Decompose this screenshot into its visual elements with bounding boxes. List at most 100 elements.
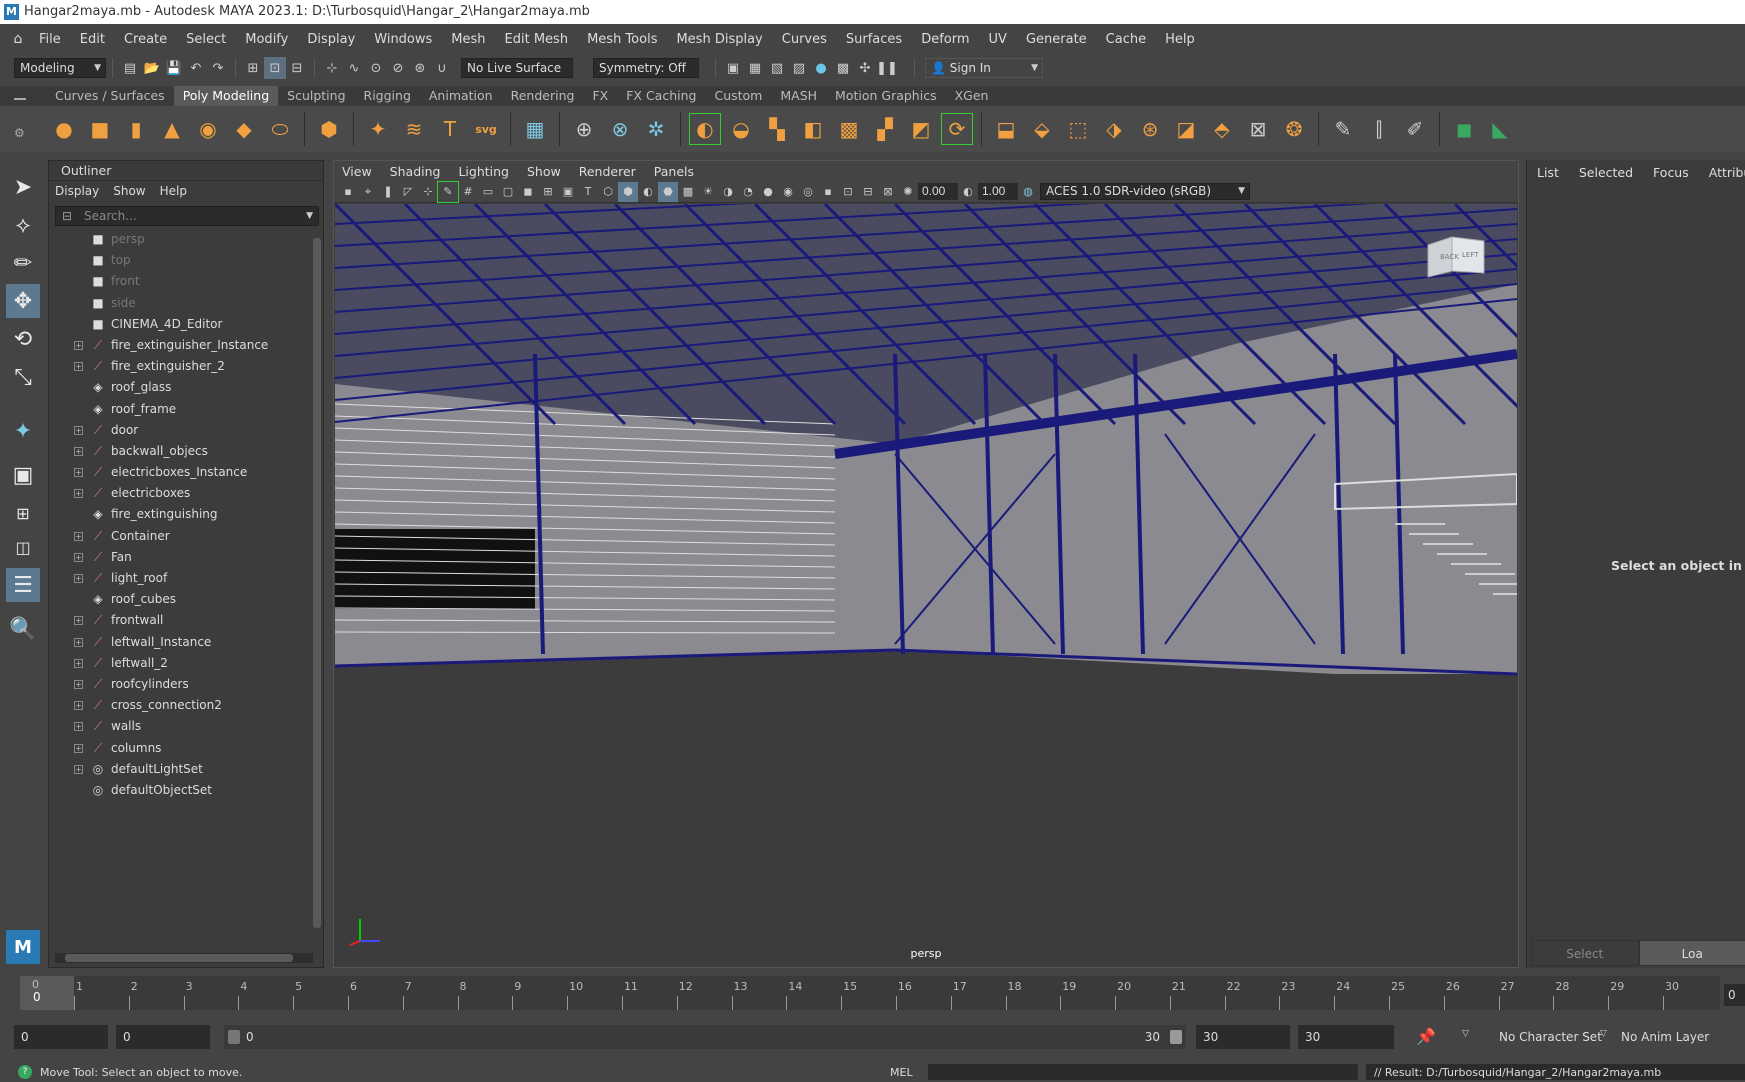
undo-icon[interactable]: ↶ [185, 57, 207, 79]
sweep-mesh-icon[interactable]: ≋ [399, 114, 429, 144]
symmetry-dropdown[interactable]: Symmetry: Off [593, 58, 699, 78]
freeze-transform-icon[interactable]: ✲ [641, 114, 671, 144]
2d-pan-zoom-icon[interactable]: ⊹ [418, 182, 438, 202]
outliner-search-input[interactable]: Search...⊟▼ [55, 206, 319, 226]
outliner-item-defaultlightset[interactable]: +◎defaultLightSet [49, 759, 319, 780]
shelf-menu-handle[interactable]: ⚙ [14, 92, 34, 146]
xray-active-icon[interactable]: ⊟ [858, 182, 878, 202]
shelf-tab-xgen[interactable]: XGen [946, 86, 998, 106]
wireframe-on-shaded-icon[interactable]: ⬣ [658, 182, 678, 202]
shadows-icon[interactable]: ◑ [718, 182, 738, 202]
poly-torus-icon[interactable]: ◉ [193, 114, 223, 144]
circularize-icon[interactable]: ❂ [1279, 114, 1309, 144]
menu-uv[interactable]: UV [980, 32, 1017, 47]
grid-icon[interactable]: # [458, 182, 478, 202]
camera-attributes-icon[interactable]: ⌖ [358, 182, 378, 202]
viewport-menu-show[interactable]: Show [527, 164, 561, 179]
wireframe-icon[interactable]: ⬡ [598, 182, 618, 202]
textured-icon[interactable]: ▩ [678, 182, 698, 202]
poly-sphere-icon[interactable]: ● [49, 114, 79, 144]
menu-curves[interactable]: Curves [773, 32, 837, 47]
menu-edit-mesh[interactable]: Edit Mesh [496, 32, 579, 47]
outliner-item-fire-extinguishing[interactable]: ◈fire_extinguishing [49, 504, 319, 525]
outliner-menu-display[interactable]: Display [55, 184, 99, 198]
poly-plane-icon[interactable]: ◆ [229, 114, 259, 144]
outliner-item-leftwall-instance[interactable]: +⟋leftwall_Instance [49, 632, 319, 653]
lasso-tool-icon[interactable]: ⟡ [6, 208, 40, 242]
current-time-field[interactable]: 0 [1724, 984, 1745, 1006]
load-attributes-button[interactable]: Loa [1639, 940, 1745, 966]
select-object-icon[interactable]: ⊡ [264, 57, 286, 79]
viewport-menu-panels[interactable]: Panels [654, 164, 694, 179]
outliner-hscrollbar[interactable] [55, 953, 313, 963]
ambient-occlusion-icon[interactable]: ◔ [738, 182, 758, 202]
color-space-dropdown[interactable]: ACES 1.0 SDR-video (sRGB)▼ [1040, 183, 1250, 200]
mirror-icon[interactable]: ◧ [798, 114, 828, 144]
hypershade-icon[interactable]: ● [810, 57, 832, 79]
field-chart-icon[interactable]: ⊞ [538, 182, 558, 202]
outliner-item-cross-connection2[interactable]: +⟋cross_connection2 [49, 695, 319, 716]
render-sequence-icon[interactable]: ▦ [744, 57, 766, 79]
uv-editor-icon[interactable]: ▦ [520, 114, 550, 144]
command-input[interactable] [928, 1064, 1358, 1080]
render-frame-icon[interactable]: ▣ [722, 57, 744, 79]
expand-icon[interactable]: + [74, 680, 83, 689]
outliner-menu-help[interactable]: Help [160, 184, 187, 198]
menu-surfaces[interactable]: Surfaces [837, 32, 912, 47]
menu-mesh-display[interactable]: Mesh Display [667, 32, 772, 47]
outliner-layout-icon[interactable]: ☰ [6, 568, 40, 602]
character-set-dropdown[interactable]: No Character Set [1492, 1025, 1602, 1049]
ae-tab-focus[interactable]: Focus [1653, 165, 1689, 180]
safe-title-icon[interactable]: T [578, 182, 598, 202]
outliner-item-roof-cubes[interactable]: ◈roof_cubes [49, 589, 319, 610]
combine-icon[interactable]: ◐ [690, 114, 720, 144]
assign-material-icon[interactable]: ◼ [1449, 114, 1479, 144]
expand-icon[interactable]: + [74, 553, 83, 562]
outliner-item-front[interactable]: ■front [49, 271, 319, 292]
move-tool-icon[interactable]: ✥ [6, 284, 40, 318]
outliner-item-persp[interactable]: ■persp [49, 229, 319, 250]
insert-edge-loop-icon[interactable]: ⫿ [1364, 114, 1394, 144]
pause-icon[interactable]: ❚❚ [876, 57, 898, 79]
expand-icon[interactable]: + [74, 638, 83, 647]
gamma-icon[interactable]: ◐ [958, 182, 978, 202]
gate-mask-icon[interactable]: ◼ [518, 182, 538, 202]
expand-icon[interactable]: + [74, 426, 83, 435]
ae-tab-list[interactable]: List [1537, 165, 1559, 180]
bevel-icon[interactable]: ⬙ [1027, 114, 1057, 144]
outliner-item-frontwall[interactable]: +⟋frontwall [49, 610, 319, 631]
outliner-item-side[interactable]: ■side [49, 293, 319, 314]
shelf-tab-sculpting[interactable]: Sculpting [278, 86, 354, 106]
outliner-item-fire-extinguisher-instance[interactable]: +⟋fire_extinguisher_Instance [49, 335, 319, 356]
separate-icon[interactable]: ◒ [726, 114, 756, 144]
expand-icon[interactable]: + [74, 447, 83, 456]
isolate-select-icon[interactable]: ▪ [818, 182, 838, 202]
safe-action-icon[interactable]: ▣ [558, 182, 578, 202]
playback-end-field[interactable]: 30 [1196, 1025, 1290, 1049]
menu-windows[interactable]: Windows [365, 32, 442, 47]
outliner-item-top[interactable]: ■top [49, 250, 319, 271]
home-icon[interactable]: ⌂ [6, 27, 30, 51]
default-material-icon[interactable]: ◐ [638, 182, 658, 202]
snap-curve-icon[interactable]: ∿ [343, 57, 365, 79]
outliner-item-walls[interactable]: +⟋walls [49, 716, 319, 737]
grease-pencil-icon[interactable]: ✎ [438, 182, 458, 202]
viewport-menu-view[interactable]: View [342, 164, 372, 179]
center-pivot-icon[interactable]: ⊗ [605, 114, 635, 144]
resolution-gate-icon[interactable]: ▢ [498, 182, 518, 202]
menu-select[interactable]: Select [177, 32, 236, 47]
make-hole-icon[interactable]: ◪ [1171, 114, 1201, 144]
bridge-icon[interactable]: ⬚ [1063, 114, 1093, 144]
snap-magnet-icon[interactable]: ∪ [431, 57, 453, 79]
poly-disc-icon[interactable]: ⬭ [265, 114, 295, 144]
shelf-tab-mash[interactable]: MASH [771, 86, 826, 106]
shelf-tab-animation[interactable]: Animation [420, 86, 502, 106]
render-settings-icon[interactable]: ▨ [788, 57, 810, 79]
smooth-shade-icon[interactable]: ⬢ [618, 182, 638, 202]
live-surface-field[interactable]: No Live Surface [461, 58, 573, 78]
select-button[interactable]: Select [1531, 940, 1639, 966]
type-tool-icon[interactable]: T [435, 114, 465, 144]
viewport-menu-renderer[interactable]: Renderer [579, 164, 636, 179]
shelf-tab-fx-caching[interactable]: FX Caching [617, 86, 705, 106]
menu-modify[interactable]: Modify [236, 32, 298, 47]
